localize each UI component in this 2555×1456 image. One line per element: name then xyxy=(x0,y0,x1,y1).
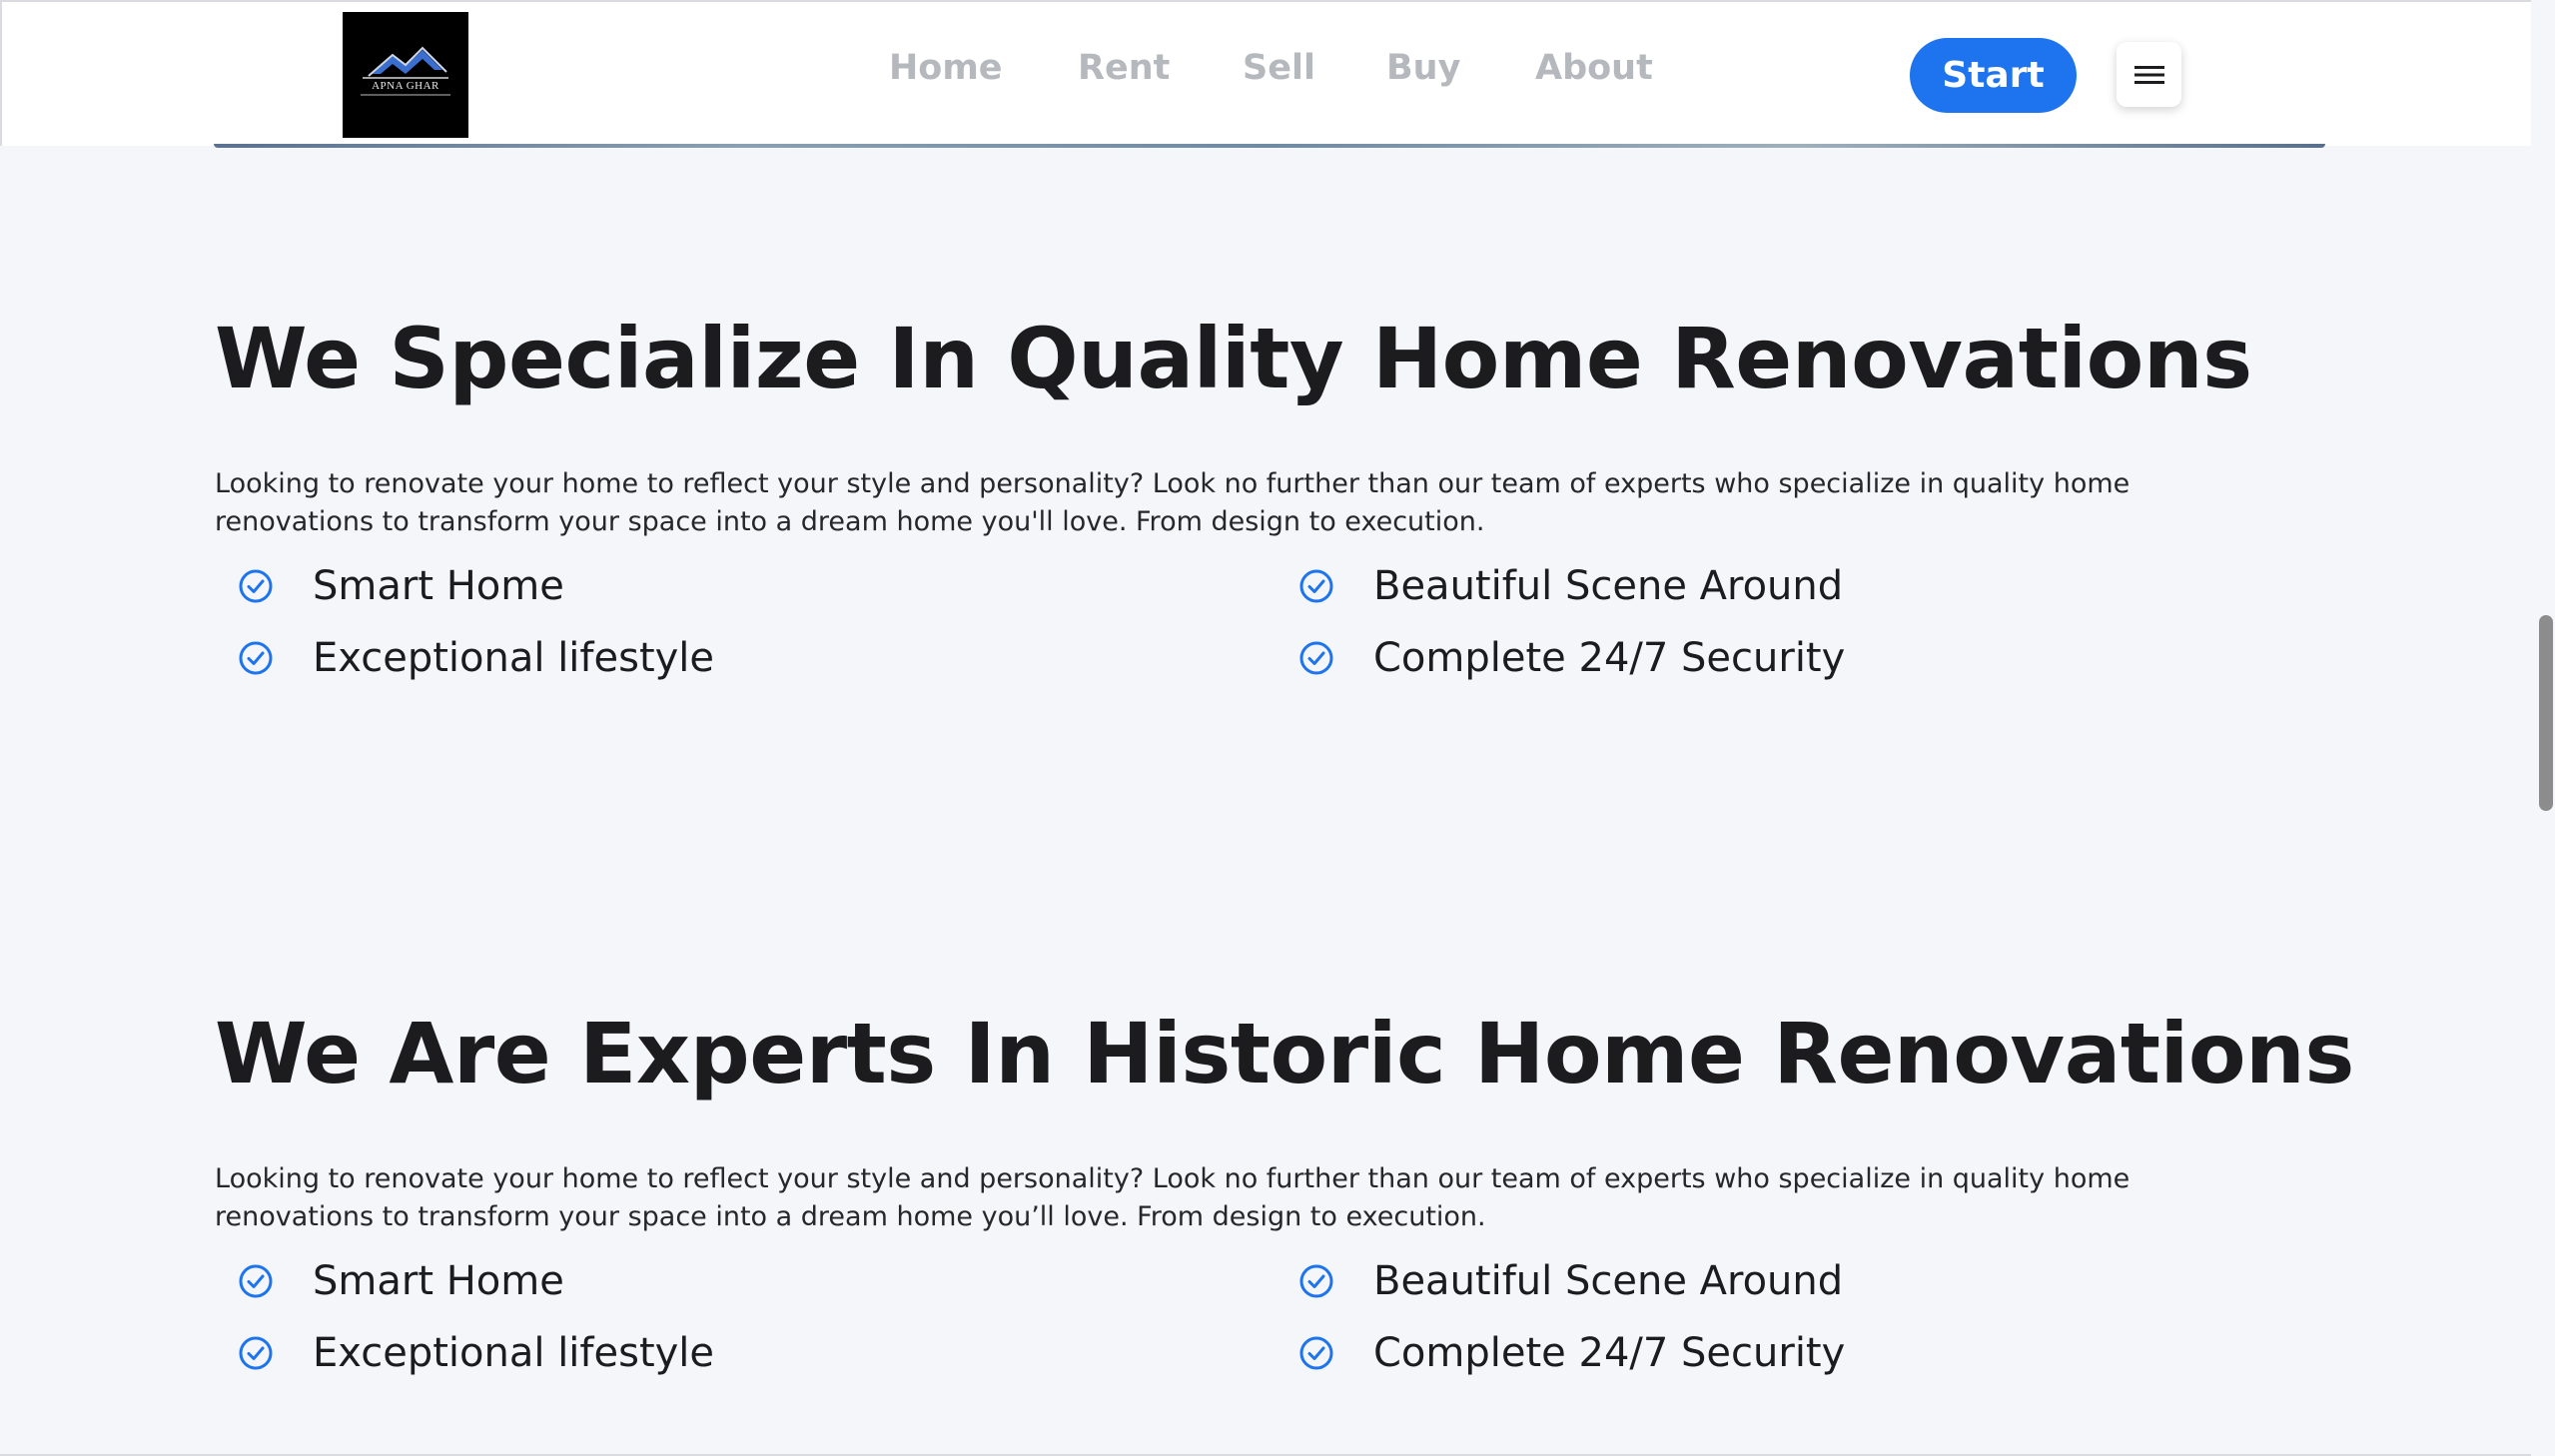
check-circle-icon xyxy=(239,1336,273,1370)
section-description: Looking to renovate your home to reflect… xyxy=(215,468,2130,537)
top-navbar: APNA GHAR Home Rent Sell Buy About Start xyxy=(0,0,2531,146)
feature-label: Smart Home xyxy=(313,563,564,609)
check-circle-icon xyxy=(1299,1264,1333,1298)
hamburger-icon xyxy=(2133,65,2164,84)
feature-label: Exceptional lifestyle xyxy=(313,1330,715,1376)
feature-item: Complete 24/7 Security xyxy=(1298,635,1845,681)
start-button[interactable]: Start xyxy=(1910,38,2077,113)
section-description: Looking to renovate your home to reflect… xyxy=(215,1163,2130,1232)
nav-link-about[interactable]: About xyxy=(1535,48,1653,88)
feature-item: Complete 24/7 Security xyxy=(1298,1330,1845,1376)
check-circle-icon xyxy=(239,641,273,675)
nav-link-buy[interactable]: Buy xyxy=(1386,48,1460,88)
section-title: We Specialize In Quality Home Renovation… xyxy=(215,310,2252,407)
feature-item: Beautiful Scene Around xyxy=(1298,563,1843,609)
nav-link-sell[interactable]: Sell xyxy=(1243,48,1315,88)
renovation-section-historic: We Are Experts In Historic Home Renovati… xyxy=(215,1005,2354,1404)
feature-item: Smart Home xyxy=(238,563,564,609)
check-circle-icon xyxy=(239,569,273,603)
check-circle-icon xyxy=(239,1264,273,1298)
hero-image-edge xyxy=(214,144,2325,148)
feature-label: Complete 24/7 Security xyxy=(1373,635,1846,681)
page: APNA GHAR Home Rent Sell Buy About Start… xyxy=(0,0,2555,1456)
check-circle-icon xyxy=(1299,569,1333,603)
vertical-scrollbar[interactable] xyxy=(2531,0,2555,1456)
check-circle-icon xyxy=(1299,641,1333,675)
feature-item: Smart Home xyxy=(238,1258,564,1304)
feature-item: Beautiful Scene Around xyxy=(1298,1258,1843,1304)
feature-item: Exceptional lifestyle xyxy=(238,1330,714,1376)
nav-link-home[interactable]: Home xyxy=(889,48,1003,88)
house-roof-icon xyxy=(361,46,450,96)
logo-wordmark: APNA GHAR xyxy=(372,80,439,92)
feature-label: Complete 24/7 Security xyxy=(1373,1330,1846,1376)
feature-label: Smart Home xyxy=(313,1258,564,1304)
feature-label: Exceptional lifestyle xyxy=(313,635,715,681)
renovation-section-quality: We Specialize In Quality Home Renovation… xyxy=(215,310,2332,709)
brand-logo[interactable]: APNA GHAR xyxy=(343,12,468,138)
feature-label: Beautiful Scene Around xyxy=(1373,1258,1844,1304)
section-title: We Are Experts In Historic Home Renovati… xyxy=(215,1005,2354,1102)
menu-button[interactable] xyxy=(2117,42,2181,107)
feature-item: Exceptional lifestyle xyxy=(238,635,714,681)
feature-label: Beautiful Scene Around xyxy=(1373,563,1844,609)
check-circle-icon xyxy=(1299,1336,1333,1370)
scrollbar-thumb[interactable] xyxy=(2539,615,2553,811)
nav-link-rent[interactable]: Rent xyxy=(1078,48,1170,88)
